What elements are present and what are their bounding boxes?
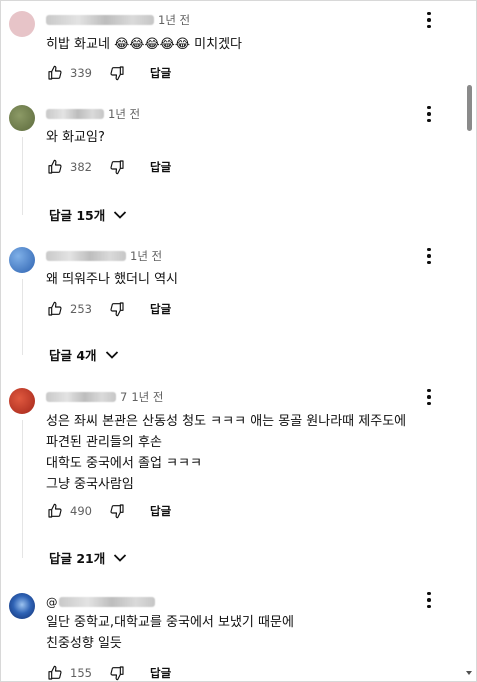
dislike-icon[interactable] bbox=[108, 664, 126, 681]
chevron-down-icon bbox=[105, 350, 118, 359]
comment-meta: 1년 전 bbox=[46, 106, 140, 122]
comment-time[interactable]: 1년 전 bbox=[108, 106, 140, 122]
comments-panel: 1년 전 히밥 화교네 😂😂😂😂😂 미치겠다 339 답글 1년 전 와 화교임… bbox=[0, 0, 477, 682]
reply-button[interactable]: 답글 bbox=[150, 665, 171, 681]
like-icon[interactable] bbox=[46, 158, 64, 176]
scrollbar[interactable] bbox=[462, 1, 476, 681]
comment-line: 대학도 중국에서 졸업 ㅋㅋㅋ bbox=[46, 456, 202, 471]
blurred-username[interactable] bbox=[46, 251, 126, 261]
like-icon[interactable] bbox=[46, 300, 64, 318]
comment-text: 일단 중학교,대학교를 중국에서 보냈기 때문에 친중성향 일듯 bbox=[46, 612, 294, 654]
thread-line bbox=[22, 420, 23, 558]
like-icon[interactable] bbox=[46, 664, 64, 681]
like-count: 155 bbox=[70, 666, 92, 680]
comment-actions: 382 답글 bbox=[46, 157, 171, 177]
comment-time[interactable]: 1년 전 bbox=[158, 12, 190, 28]
dislike-icon[interactable] bbox=[108, 64, 126, 82]
comment-line: 파견된 관리들의 후손 bbox=[46, 435, 162, 450]
comment-text: 성은 좌씨 본관은 산동성 청도 ㅋㅋㅋ 애는 몽골 원나라때 제주도에 파견된… bbox=[46, 411, 406, 495]
like-count: 382 bbox=[70, 160, 92, 174]
more-options-icon[interactable] bbox=[419, 387, 439, 407]
scrollbar-thumb[interactable] bbox=[467, 85, 472, 131]
username-prefix[interactable]: @ bbox=[46, 595, 58, 609]
like-icon[interactable] bbox=[46, 502, 64, 520]
like-count: 339 bbox=[70, 66, 92, 80]
avatar[interactable] bbox=[9, 247, 35, 273]
blurred-username[interactable] bbox=[46, 392, 116, 402]
reply-button[interactable]: 답글 bbox=[150, 159, 171, 175]
comment-meta: @ bbox=[46, 594, 159, 610]
comment-line: 일단 중학교,대학교를 중국에서 보냈기 때문에 bbox=[46, 615, 294, 630]
blurred-username[interactable] bbox=[58, 597, 155, 607]
like-count: 490 bbox=[70, 504, 92, 518]
reply-button[interactable]: 답글 bbox=[150, 65, 171, 81]
comment-line: 친중성향 일듯 bbox=[46, 636, 122, 651]
comment-meta: 1년 전 bbox=[46, 248, 162, 264]
comment-text: 히밥 화교네 😂😂😂😂😂 미치겠다 bbox=[46, 37, 242, 52]
like-icon[interactable] bbox=[46, 64, 64, 82]
reply-button[interactable]: 답글 bbox=[150, 503, 171, 519]
chevron-down-icon bbox=[114, 210, 127, 219]
comment-time[interactable]: 1년 전 bbox=[131, 389, 163, 405]
comment-line: 그냥 중국사람임 bbox=[46, 477, 134, 492]
comment-time[interactable]: 1년 전 bbox=[130, 248, 162, 264]
comment-actions: 155 답글 bbox=[46, 663, 171, 681]
comment-actions: 253 답글 bbox=[46, 299, 171, 319]
dislike-icon[interactable] bbox=[108, 502, 126, 520]
view-replies-button[interactable]: 답글 4개 bbox=[49, 345, 119, 364]
avatar[interactable] bbox=[9, 105, 35, 131]
more-options-icon[interactable] bbox=[419, 10, 439, 30]
comment-text: 와 화교임? bbox=[46, 130, 105, 145]
avatar[interactable] bbox=[9, 11, 35, 37]
view-replies-button[interactable]: 답글 21개 bbox=[49, 548, 127, 567]
chevron-down-icon bbox=[114, 553, 127, 562]
scroll-down-arrow-icon[interactable] bbox=[465, 669, 473, 677]
avatar[interactable] bbox=[9, 593, 35, 619]
more-options-icon[interactable] bbox=[419, 590, 439, 610]
comment-text: 왜 띄워주나 했더니 역시 bbox=[46, 272, 178, 287]
avatar[interactable] bbox=[9, 388, 35, 414]
reply-button[interactable]: 답글 bbox=[150, 301, 171, 317]
blurred-username[interactable] bbox=[46, 109, 104, 119]
blurred-username[interactable] bbox=[46, 15, 154, 25]
thread-line bbox=[22, 137, 23, 215]
comment-actions: 490 답글 bbox=[46, 501, 171, 521]
dislike-icon[interactable] bbox=[108, 300, 126, 318]
more-options-icon[interactable] bbox=[419, 246, 439, 266]
thread-line bbox=[22, 279, 23, 355]
dislike-icon[interactable] bbox=[108, 158, 126, 176]
like-count: 253 bbox=[70, 302, 92, 316]
comment-meta: 1년 전 bbox=[46, 12, 190, 28]
comment-line: 성은 좌씨 본관은 산동성 청도 ㅋㅋㅋ 애는 몽골 원나라때 제주도에 bbox=[46, 414, 407, 429]
comment-actions: 339 답글 bbox=[46, 63, 171, 83]
view-replies-button[interactable]: 답글 15개 bbox=[49, 205, 127, 224]
more-options-icon[interactable] bbox=[419, 104, 439, 124]
username-suffix[interactable]: 7 bbox=[120, 390, 127, 404]
comment-meta: 7 1년 전 bbox=[46, 389, 163, 405]
